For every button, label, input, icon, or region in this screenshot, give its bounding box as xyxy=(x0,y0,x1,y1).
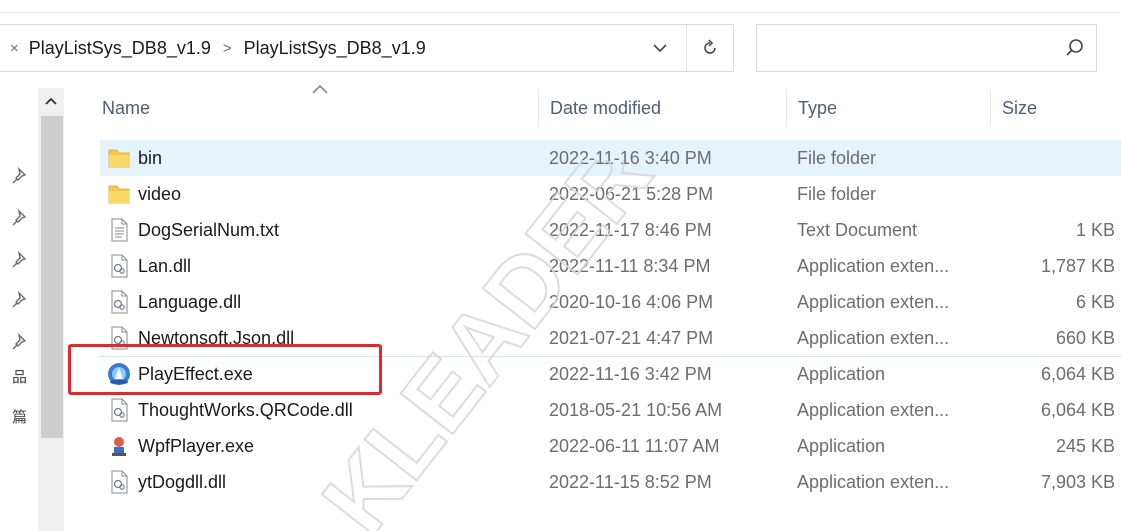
text-file-icon xyxy=(106,217,132,243)
address-history-dropdown[interactable] xyxy=(640,25,680,71)
file-row[interactable]: DogSerialNum.txt 2022-11-17 8:46 PM Text D… xyxy=(100,212,1121,248)
dll-file-icon xyxy=(106,253,132,279)
file-row[interactable]: ytDogdll.dll 2022-11-15 8:52 PM Applicatio… xyxy=(100,464,1121,500)
column-date-modified[interactable]: Date modified xyxy=(538,90,786,126)
wpfplayer-app-icon xyxy=(106,433,132,459)
file-date-modified: 2022-11-15 8:52 PM xyxy=(549,471,712,492)
file-type: Application exten... xyxy=(797,327,950,348)
file-name: bin xyxy=(138,147,163,168)
breadcrumb-item-current[interactable]: PlayListSys_DB8_v1.9 xyxy=(244,38,426,59)
file-size: 245 KB xyxy=(1055,435,1115,456)
file-size: 1,787 KB xyxy=(1040,255,1115,276)
column-size[interactable]: Size xyxy=(990,90,1121,126)
column-name[interactable]: Name xyxy=(90,90,538,126)
file-row[interactable]: ThoughtWorks.QRCode.dll 2018-05-21 10:56 … xyxy=(100,392,1121,428)
folder-icon xyxy=(106,181,132,207)
file-name: ThoughtWorks.QRCode.dll xyxy=(138,399,353,420)
file-name: ytDogdll.dll xyxy=(138,471,227,492)
file-date-modified: 2018-05-21 10:56 AM xyxy=(549,399,723,420)
file-type: File folder xyxy=(797,183,877,204)
file-date-modified: 2022-06-21 5:28 PM xyxy=(549,183,714,204)
chevron-down-icon xyxy=(653,44,667,53)
pin-icon[interactable] xyxy=(10,208,30,228)
search-box[interactable] xyxy=(756,24,1097,72)
file-row[interactable]: WpfPlayer.exe 2022-06-11 11:07 AM Applicat… xyxy=(100,428,1121,464)
file-date-modified: 2022-06-11 11:07 AM xyxy=(549,435,720,456)
window-top-border xyxy=(0,12,1121,13)
file-type: Text Document xyxy=(797,219,918,240)
file-row[interactable]: video 2022-06-21 5:28 PM File folder xyxy=(100,176,1121,212)
column-type[interactable]: Type xyxy=(786,90,990,126)
file-type: Application exten... xyxy=(797,255,950,276)
file-type: Application xyxy=(797,435,886,456)
file-name: Language.dll xyxy=(138,291,242,312)
dll-file-icon xyxy=(106,469,132,495)
search-icon[interactable] xyxy=(1064,37,1086,59)
file-size: 660 KB xyxy=(1055,327,1115,348)
file-type: Application exten... xyxy=(797,471,950,492)
dll-file-icon xyxy=(106,289,132,315)
file-size: 6,064 KB xyxy=(1040,399,1115,420)
pin-icon[interactable] xyxy=(10,332,30,352)
address-bar[interactable]: × PlayListSys_DB8_v1.9 > PlayListSys_DB8… xyxy=(0,24,734,72)
file-date-modified: 2022-11-17 8:46 PM xyxy=(549,219,712,240)
file-row[interactable]: Lan.dll 2022-11-11 8:34 PM Application ext… xyxy=(100,248,1121,284)
file-date-modified: 2022-11-16 3:42 PM xyxy=(549,363,712,384)
file-date-modified: 2020-10-16 4:06 PM xyxy=(549,291,714,312)
file-date-modified: 2021-07-21 4:47 PM xyxy=(549,327,714,348)
pin-icon[interactable] xyxy=(10,250,30,270)
file-size: 6,064 KB xyxy=(1040,363,1115,384)
file-row[interactable]: Language.dll 2020-10-16 4:06 PM Applicatio… xyxy=(100,284,1121,320)
file-size: 1 KB xyxy=(1075,219,1115,240)
annotation-highlight-box xyxy=(68,344,382,395)
scroll-up-button[interactable] xyxy=(38,88,64,114)
file-name: DogSerialNum.txt xyxy=(138,219,280,240)
pin-icon[interactable] xyxy=(10,290,30,310)
file-type: Application xyxy=(797,363,886,384)
dll-file-icon xyxy=(106,397,132,423)
nav-item-label[interactable]: 品 xyxy=(12,370,27,385)
refresh-button[interactable] xyxy=(686,25,732,71)
column-header: Name Date modified Type Size xyxy=(90,84,1121,126)
folder-icon xyxy=(106,145,132,171)
scrollbar-thumb[interactable] xyxy=(41,116,63,438)
breadcrumb-item-parent[interactable]: PlayListSys_DB8_v1.9 xyxy=(29,38,211,59)
file-date-modified: 2022-11-11 8:34 PM xyxy=(549,255,711,276)
chevron-right-icon[interactable]: > xyxy=(223,40,232,57)
pin-icon[interactable] xyxy=(10,166,30,186)
file-name: video xyxy=(138,183,182,204)
file-type: File folder xyxy=(797,147,877,168)
nav-item-label[interactable]: 篇 xyxy=(12,410,27,425)
file-date-modified: 2022-11-16 3:40 PM xyxy=(549,147,712,168)
file-type: Application exten... xyxy=(797,291,950,312)
breadcrumb-overflow[interactable]: × xyxy=(10,40,19,57)
file-row[interactable]: bin 2022-11-16 3:40 PM File folder xyxy=(100,140,1121,176)
breadcrumb: × PlayListSys_DB8_v1.9 > PlayListSys_DB8… xyxy=(10,25,426,71)
file-size: 6 KB xyxy=(1075,291,1115,312)
file-name: Lan.dll xyxy=(138,255,192,276)
file-name: WpfPlayer.exe xyxy=(138,435,255,456)
refresh-icon xyxy=(703,39,716,54)
file-size: 7,903 KB xyxy=(1040,471,1115,492)
file-type: Application exten... xyxy=(797,399,950,420)
chevron-up-icon xyxy=(45,97,57,105)
